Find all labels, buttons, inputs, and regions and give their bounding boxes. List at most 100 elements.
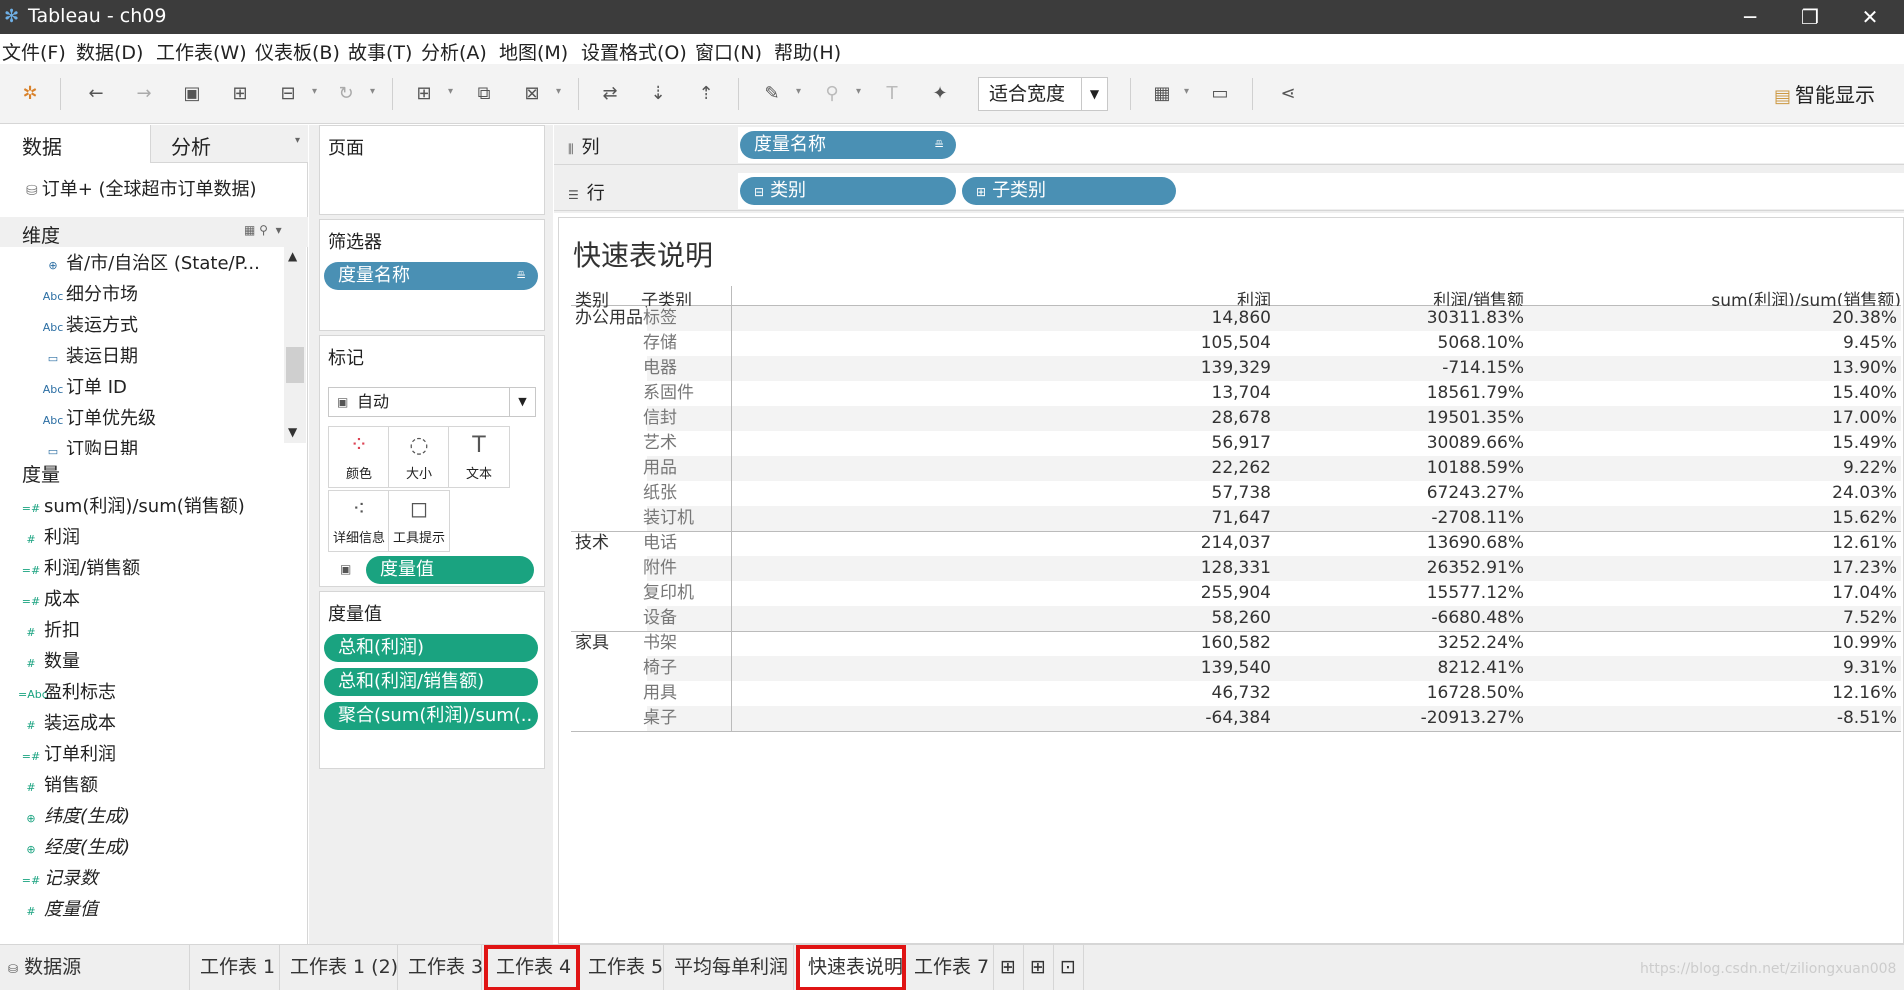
category-cell[interactable]: 家具	[575, 631, 609, 656]
dimension-field[interactable]: ▭ 装运日期	[40, 342, 138, 368]
aggregated-ratio-cell[interactable]: 12.16%	[1832, 681, 1897, 706]
smart-show-button[interactable]: ▤ 智能显示	[1774, 79, 1875, 108]
menu-format[interactable]: 设置格式(O)	[581, 38, 687, 65]
subcategory-cell[interactable]: 艺术	[643, 431, 677, 456]
dimension-field[interactable]: ⊕ 省/市/自治区 (State/P...	[40, 249, 259, 275]
dimension-field[interactable]: ▭ 订购日期	[40, 435, 138, 455]
rows-shelf[interactable]: ☰ 行 ⊟ 类别 ⊞ 子类别	[554, 171, 1904, 211]
profit-ratio-cell[interactable]: 3252.24%	[1438, 631, 1524, 656]
measure-field[interactable]: =# sum(利润)/sum(销售额)	[18, 492, 245, 518]
filters-card[interactable]: 筛选器 度量名称 ≞	[319, 219, 545, 331]
menu-story[interactable]: 故事(T)	[348, 38, 412, 65]
aggregated-ratio-cell[interactable]: 17.04%	[1832, 581, 1897, 606]
chevron-down-icon[interactable]: ▾	[312, 86, 317, 97]
clear-sheet-icon[interactable]: ⊠	[520, 82, 544, 106]
measure-value-pill[interactable]: 聚合(sum(利润)/sum(..	[324, 702, 538, 730]
chevron-down-icon[interactable]: ▾	[856, 86, 861, 97]
measure-field[interactable]: =# 订单利润	[18, 740, 116, 766]
subcategory-cell[interactable]: 椅子	[643, 656, 677, 681]
profit-ratio-cell[interactable]: -2708.11%	[1431, 506, 1524, 531]
show-cards-icon[interactable]: ▦	[1150, 82, 1174, 106]
measure-field[interactable]: # 装运成本	[18, 709, 116, 735]
profit-cell[interactable]: 71,647	[1212, 506, 1271, 531]
profit-cell[interactable]: 28,678	[1212, 406, 1271, 431]
duplicate-sheet-icon[interactable]: ⧉	[472, 82, 496, 106]
profit-ratio-cell[interactable]: 8212.41%	[1438, 656, 1524, 681]
measure-field[interactable]: =# 利润/销售额	[18, 554, 140, 580]
mark-type-select[interactable]: ▣ 自动 ▼	[328, 387, 536, 417]
measure-field[interactable]: # 利润	[18, 523, 80, 549]
dimension-field[interactable]: Abc 装运方式	[40, 311, 138, 337]
show-labels-icon[interactable]: T	[880, 82, 904, 106]
subcategory-cell[interactable]: 装订机	[643, 506, 694, 531]
profit-ratio-cell[interactable]: 30089.66%	[1427, 431, 1524, 456]
datasource-item[interactable]: ⛁ 订单+ (全球超市订单数据)	[26, 175, 257, 201]
measure-field[interactable]: # 折扣	[18, 616, 80, 642]
measure-field[interactable]: ⊕ 纬度(生成)	[18, 802, 130, 828]
size-button[interactable]: ◌ 大小	[388, 426, 450, 488]
profit-ratio-cell[interactable]: 16728.50%	[1427, 681, 1524, 706]
subcategory-cell[interactable]: 纸张	[643, 481, 677, 506]
aggregated-ratio-cell[interactable]: 17.23%	[1832, 556, 1897, 581]
profit-ratio-cell[interactable]: 30311.83%	[1427, 306, 1524, 331]
profit-cell[interactable]: 58,260	[1212, 606, 1271, 631]
aggregated-ratio-cell[interactable]: 9.45%	[1843, 331, 1897, 356]
columns-shelf[interactable]: ⫼ 列 度量名称 ≞	[554, 125, 1904, 165]
dimension-field[interactable]: Abc 订单优先级	[40, 404, 156, 430]
chevron-down-icon[interactable]: ▾	[370, 86, 375, 97]
profit-cell[interactable]: 46,732	[1212, 681, 1271, 706]
profit-cell[interactable]: 214,037	[1201, 531, 1271, 556]
columns-drop-area[interactable]: 度量名称 ≞	[738, 127, 1904, 163]
sheet-tab[interactable]: 快速表说明	[796, 945, 906, 990]
new-worksheet-icon[interactable]: ⊞	[412, 82, 436, 106]
subcategory-cell[interactable]: 设备	[643, 606, 677, 631]
restore-button[interactable]: ❐	[1780, 2, 1840, 32]
aggregated-ratio-cell[interactable]: 9.31%	[1843, 656, 1897, 681]
scroll-down-icon[interactable]: ▼	[288, 425, 297, 439]
sort-descending-icon[interactable]: ⇡	[694, 82, 718, 106]
rows-pill-category[interactable]: ⊟ 类别	[740, 177, 956, 205]
tooltip-button[interactable]: ◻ 工具提示	[388, 490, 450, 552]
measure-field[interactable]: # 销售额	[18, 771, 98, 797]
profit-ratio-cell[interactable]: 13690.68%	[1427, 531, 1524, 556]
dimensions-scrollbar[interactable]: ▲ ▼	[284, 247, 306, 443]
profit-cell[interactable]: -64,384	[1205, 706, 1271, 731]
color-button[interactable]: ⁘ 颜色	[328, 426, 390, 488]
aggregated-ratio-cell[interactable]: -8.51%	[1837, 706, 1897, 731]
close-button[interactable]: ✕	[1840, 2, 1900, 32]
measure-value-pill[interactable]: 总和(利润/销售额)	[324, 668, 538, 696]
dimension-field[interactable]: Abc 订单 ID	[40, 373, 127, 399]
aggregated-ratio-cell[interactable]: 12.61%	[1832, 531, 1897, 556]
chevron-down-icon[interactable]: ▾	[796, 86, 801, 97]
menu-file[interactable]: 文件(F)	[2, 38, 66, 65]
profit-cell[interactable]: 160,582	[1201, 631, 1271, 656]
subcategory-cell[interactable]: 系固件	[643, 381, 694, 406]
new-dashboard-icon[interactable]: ⊞	[1026, 945, 1054, 990]
subcategory-cell[interactable]: 复印机	[643, 581, 694, 606]
text-button[interactable]: T 文本	[448, 426, 510, 488]
sheet-tab[interactable]: 平均每单利润	[666, 945, 794, 990]
subcategory-cell[interactable]: 标签	[643, 306, 677, 331]
pages-card[interactable]: 页面	[319, 125, 545, 215]
scroll-up-icon[interactable]: ▲	[288, 249, 297, 263]
subcategory-cell[interactable]: 桌子	[643, 706, 677, 731]
sheet-tab[interactable]: 工作表 7	[906, 945, 994, 990]
fix-axes-icon[interactable]: ✦	[928, 82, 952, 106]
category-cell[interactable]: 技术	[575, 531, 609, 556]
profit-cell[interactable]: 139,329	[1201, 356, 1271, 381]
chevron-down-icon[interactable]: ▾	[1184, 86, 1189, 97]
aggregated-ratio-cell[interactable]: 15.40%	[1832, 381, 1897, 406]
profit-ratio-cell[interactable]: -6680.48%	[1431, 606, 1524, 631]
sheet-tab[interactable]: 工作表 3	[400, 945, 483, 990]
menu-window[interactable]: 窗口(N)	[695, 38, 762, 65]
highlight-icon[interactable]: ✎	[760, 82, 784, 106]
measure-field[interactable]: =# 记录数	[18, 864, 98, 890]
measure-value-pill[interactable]: 总和(利润)	[324, 634, 538, 662]
dimension-field[interactable]: Abc 细分市场	[40, 280, 138, 306]
sheet-tab[interactable]: 工作表 1 (2)	[282, 945, 398, 990]
chevron-down-icon[interactable]: ▾	[556, 86, 561, 97]
sheet-tab[interactable]: 工作表 4	[484, 945, 580, 990]
profit-ratio-cell[interactable]: 19501.35%	[1427, 406, 1524, 431]
filter-pill-measure-names[interactable]: 度量名称 ≞	[324, 262, 538, 290]
menu-worksheet[interactable]: 工作表(W)	[156, 38, 247, 65]
